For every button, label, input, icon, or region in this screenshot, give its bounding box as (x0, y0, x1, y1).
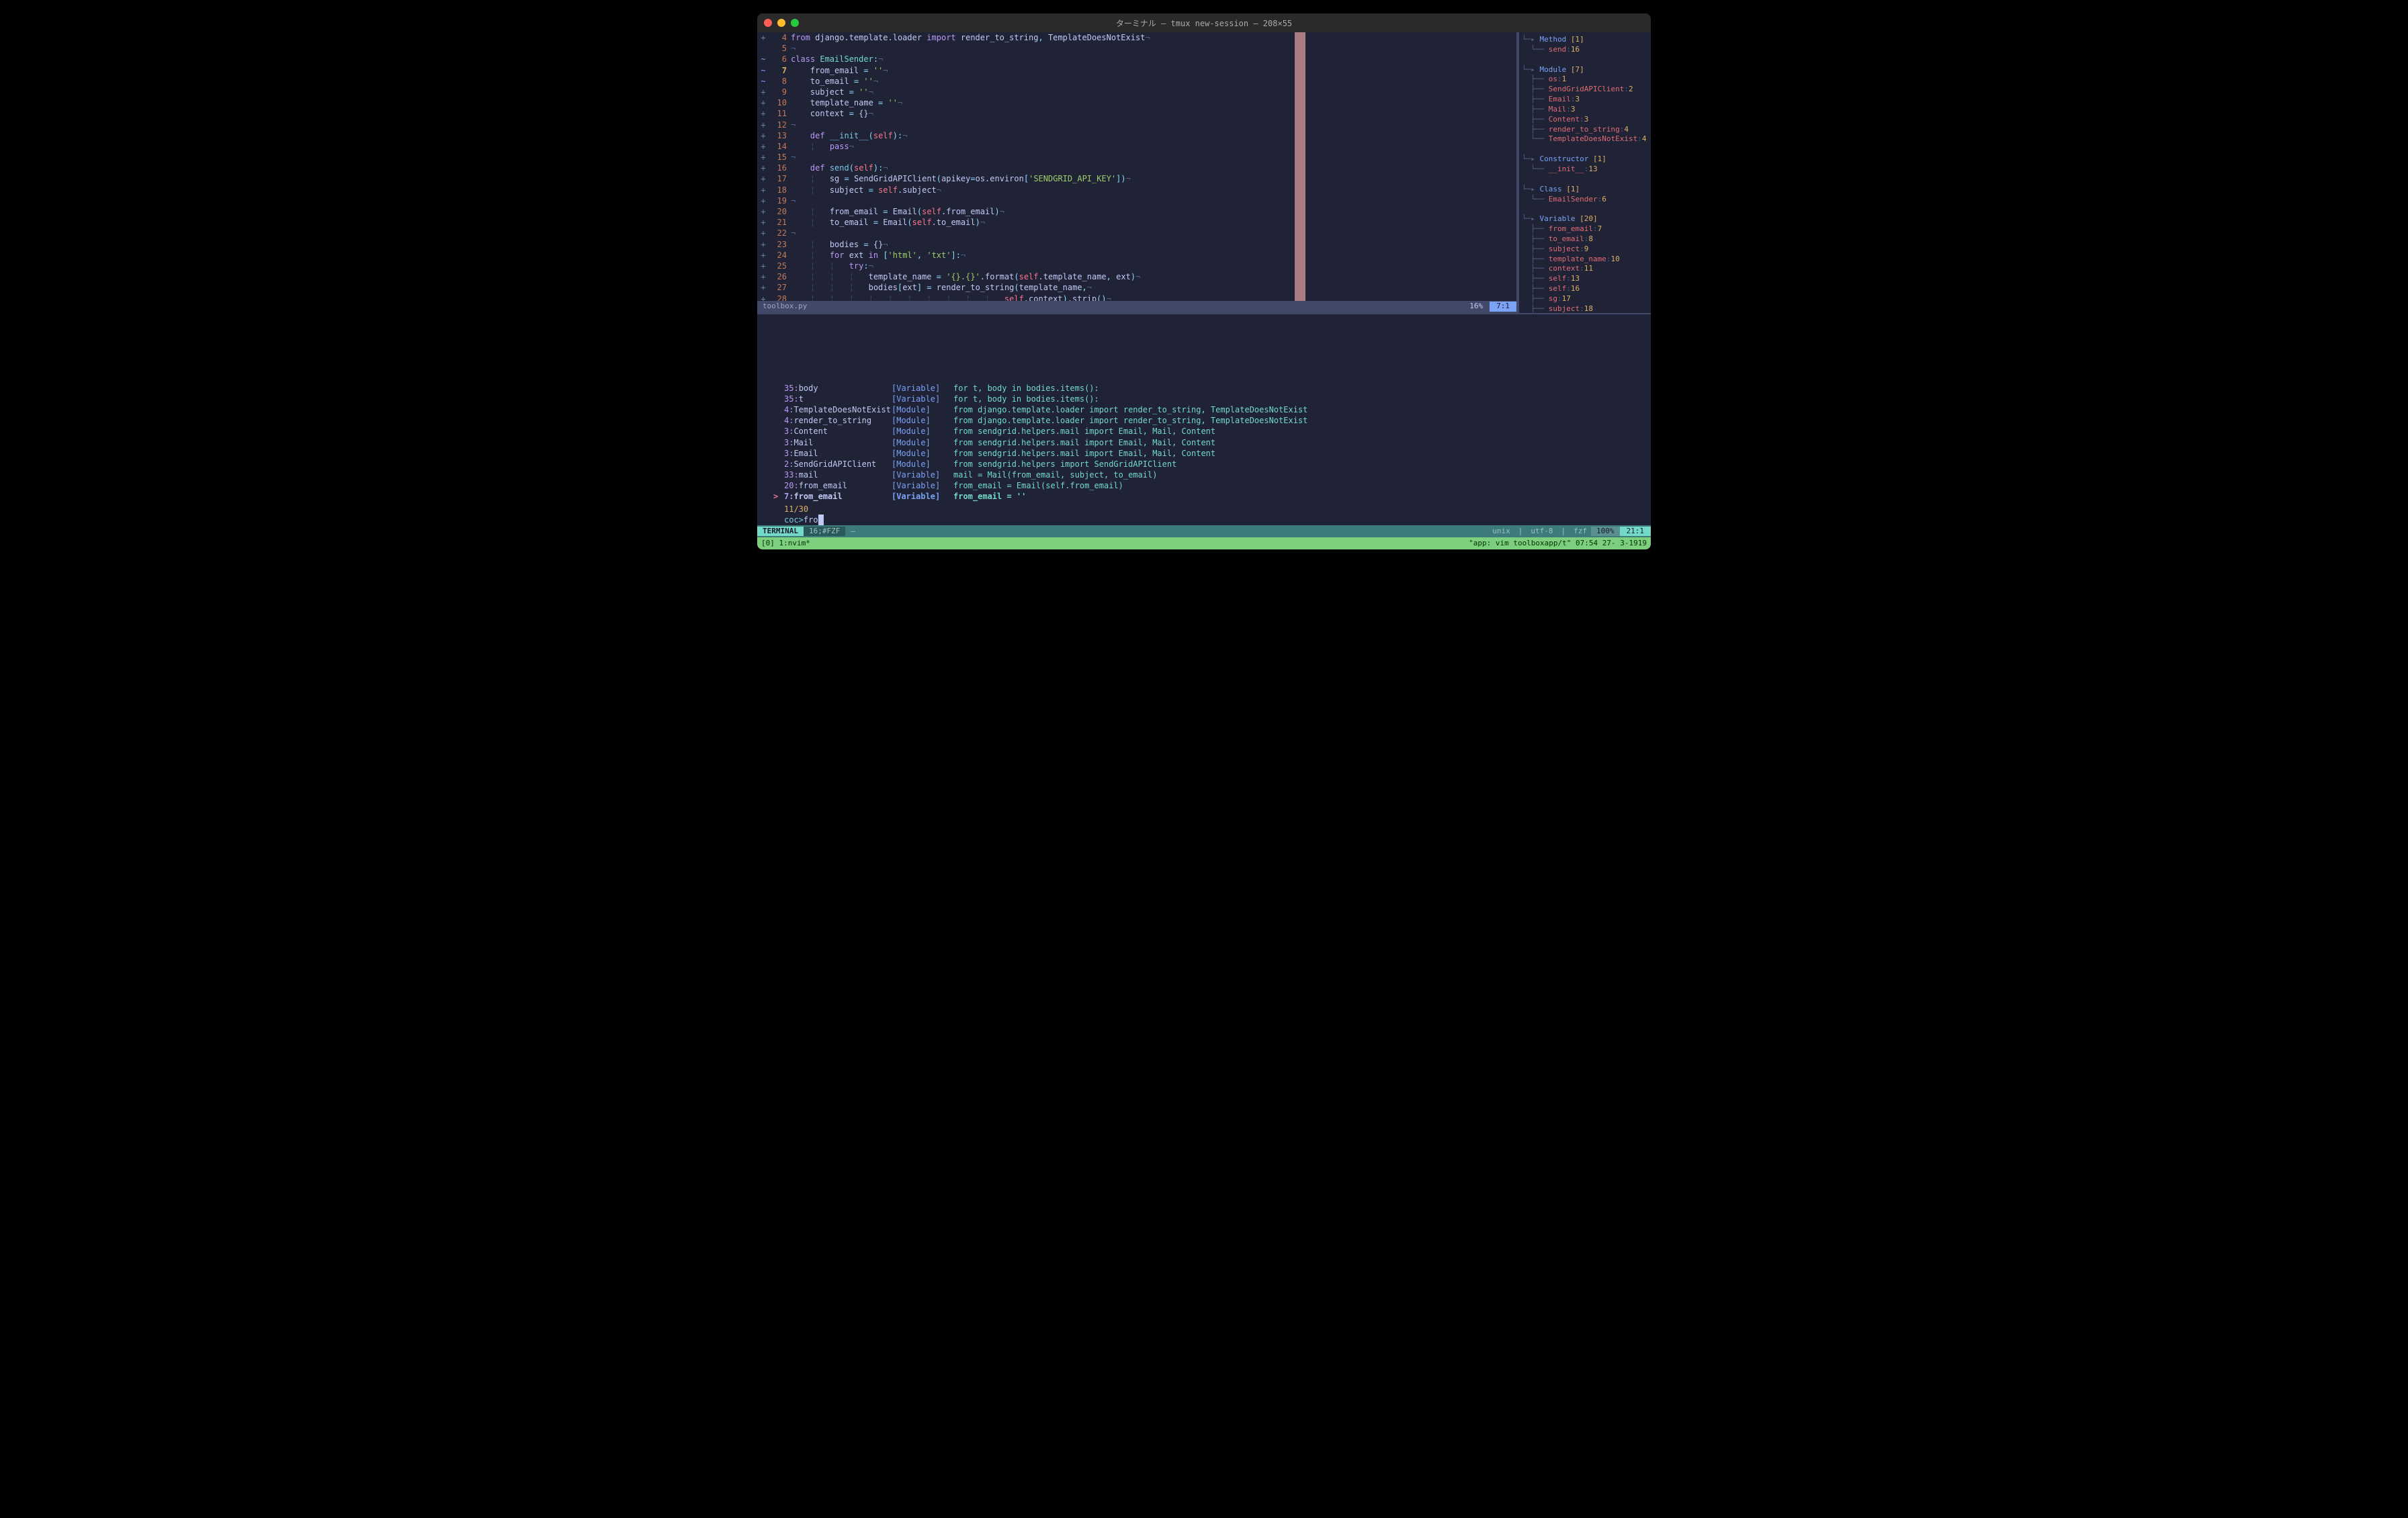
traffic-lights (764, 19, 799, 27)
fzf-result[interactable]: 3:Content[Module] from sendgrid.helpers.… (784, 426, 1644, 437)
code-line[interactable]: +22¬ (757, 228, 1516, 238)
vista-item[interactable]: ├── Content:3 (1519, 115, 1651, 125)
vista-item[interactable]: ├── subject:18 (1519, 304, 1651, 313)
vista-item[interactable] (1519, 55, 1651, 65)
code-line[interactable]: +14 ¦ pass¬ (757, 141, 1516, 152)
fzf-result[interactable]: 20:from_email[Variable] from_email = Ema… (784, 480, 1644, 491)
tmux-right: "app: vim toolboxapp/t" 07:54 27- 3-1919 (1469, 539, 1647, 549)
fzf-prompt-label: coc> (784, 515, 804, 525)
code-line[interactable]: +28 ¦ ¦ ¦ ¦ ¦ ¦ ¦ ¦ ¦ ¦ self.context).st… (757, 294, 1516, 301)
code-line[interactable]: +19¬ (757, 195, 1516, 206)
color-column (1295, 32, 1305, 301)
vista-item[interactable]: ├── Mail:3 (1519, 105, 1651, 115)
code-line[interactable]: +27 ¦ ¦ ¦ bodies[ext] = render_to_string… (757, 282, 1516, 293)
fzf-result[interactable]: 4:render_to_string[Module] from django.t… (784, 415, 1644, 426)
vista-item[interactable]: ├── self:13 (1519, 274, 1651, 284)
vista-item[interactable]: ├── template_name:10 (1519, 255, 1651, 265)
cursor-icon (818, 515, 824, 525)
fzf-count: 11/30 (757, 504, 1651, 515)
window-title: ターミナル — tmux new-session — 208×55 (1116, 17, 1292, 29)
code-line[interactable]: ~8 to_email = ''¬ (757, 76, 1516, 87)
code-line[interactable]: 5¬ (757, 43, 1516, 54)
vista-item[interactable] (1519, 175, 1651, 185)
status-file: 16;#FZF (804, 527, 845, 537)
code-line[interactable]: +10 template_name = ''¬ (757, 97, 1516, 108)
code-line[interactable]: +13 def __init__(self):¬ (757, 130, 1516, 141)
scroll-percent: 16% (1463, 302, 1490, 312)
editor-pane[interactable]: +4from django.template.loader import ren… (757, 32, 1516, 313)
vista-item[interactable] (1519, 144, 1651, 154)
code-line[interactable]: +11 context = {}¬ (757, 108, 1516, 119)
code-line[interactable]: ~7 from_email = ''¬ (757, 65, 1516, 76)
code-line[interactable]: ~6class EmailSender:¬ (757, 54, 1516, 64)
code-line[interactable]: +21 ¦ to_email = Email(self.to_email)¬ (757, 217, 1516, 228)
vista-item[interactable]: ├── subject:9 (1519, 244, 1651, 255)
vista-item[interactable]: └─▸ Module [7] (1519, 65, 1651, 75)
vista-item[interactable]: ├── os:1 (1519, 75, 1651, 85)
vista-item[interactable]: └── __init__:13 (1519, 165, 1651, 175)
vista-item[interactable]: └── TemplateDoesNotExist:4 (1519, 134, 1651, 144)
terminal[interactable]: +4from django.template.loader import ren… (757, 32, 1651, 549)
titlebar[interactable]: ターミナル — tmux new-session — 208×55 (757, 13, 1651, 32)
vista-item[interactable]: └─▸ Constructor [1] (1519, 154, 1651, 165)
bottom-statusline: TERMINAL 16;#FZF — unix | utf-8 | fzf 10… (757, 525, 1651, 537)
cursor-pos: 7:1 (1490, 302, 1516, 312)
editor-statusline: toolbox.py 16% 7:1 (757, 301, 1516, 313)
vista-item[interactable]: └── EmailSender:6 (1519, 195, 1651, 205)
code-line[interactable]: +15¬ (757, 152, 1516, 163)
buffer-name: toolbox.py (757, 302, 1463, 312)
code-line[interactable]: +12¬ (757, 120, 1516, 130)
zoom-icon[interactable] (791, 19, 799, 27)
vista-item[interactable]: ├── render_to_string:4 (1519, 125, 1651, 135)
vista-item[interactable]: └─▸ Class [1] (1519, 185, 1651, 195)
code-line[interactable]: +9 subject = ''¬ (757, 87, 1516, 97)
fzf-result[interactable]: 33:mail[Variable] mail = Mail(from_email… (784, 470, 1644, 480)
vista-pane[interactable]: └─▸ Method [1] └── send:16 └─▸ Module [7… (1516, 32, 1651, 313)
vista-item[interactable]: ├── SendGridAPIClient:2 (1519, 85, 1651, 95)
code-line[interactable]: +18 ¦ subject = self.subject¬ (757, 185, 1516, 195)
vista-item[interactable]: ├── from_email:7 (1519, 224, 1651, 234)
vista-item[interactable]: └─▸ Variable [20] (1519, 214, 1651, 224)
vista-item[interactable]: ├── Email:3 (1519, 95, 1651, 105)
vista-item[interactable] (1519, 204, 1651, 214)
fzf-input[interactable]: fro (804, 515, 818, 525)
fzf-result[interactable]: 35:body[Variable] for t, body in bodies.… (784, 383, 1644, 394)
fzf-prompt[interactable]: coc> fro (757, 515, 1651, 525)
fzf-result[interactable]: 3:Mail[Module] from sendgrid.helpers.mai… (784, 437, 1644, 448)
mode-indicator: TERMINAL (757, 527, 804, 537)
vista-item[interactable]: ├── to_email:8 (1519, 234, 1651, 244)
fzf-result[interactable]: 3:Email[Module] from sendgrid.helpers.ma… (784, 448, 1644, 459)
fzf-result[interactable]: 35:t[Variable] for t, body in bodies.ite… (784, 394, 1644, 404)
code-line[interactable]: +20 ¦ from_email = Email(self.from_email… (757, 206, 1516, 217)
fzf-result[interactable]: 2:SendGridAPIClient[Module] from sendgri… (784, 459, 1644, 470)
close-icon[interactable] (764, 19, 772, 27)
vista-item[interactable]: └── send:16 (1519, 45, 1651, 55)
minimize-icon[interactable] (777, 19, 785, 27)
terminal-window: ターミナル — tmux new-session — 208×55 +4from… (757, 13, 1651, 549)
vista-item[interactable]: ├── sg:17 (1519, 294, 1651, 304)
code-line[interactable]: +17 ¦ sg = SendGridAPIClient(apikey=os.e… (757, 173, 1516, 184)
tmux-left[interactable]: [0] 1:nvim* (761, 539, 810, 549)
code-line[interactable]: +24 ¦ for ext in ['html', 'txt']:¬ (757, 250, 1516, 261)
fzf-result[interactable]: 4:TemplateDoesNotExist[Module] from djan… (784, 404, 1644, 415)
code-line[interactable]: +26 ¦ ¦ ¦ template_name = '{}.{}'.format… (757, 271, 1516, 282)
tmux-statusline[interactable]: [0] 1:nvim* "app: vim toolboxapp/t" 07:5… (757, 537, 1651, 549)
fzf-result[interactable]: > 7:from_email[Variable] from_email = '' (784, 491, 1644, 502)
code-line[interactable]: +23 ¦ bodies = {}¬ (757, 239, 1516, 250)
code-line[interactable]: +16 def send(self):¬ (757, 163, 1516, 173)
fzf-pane[interactable]: 35:body[Variable] for t, body in bodies.… (757, 313, 1651, 537)
vista-item[interactable]: ├── self:16 (1519, 284, 1651, 294)
code-line[interactable]: +4from django.template.loader import ren… (757, 32, 1516, 43)
vista-item[interactable]: └─▸ Method [1] (1519, 35, 1651, 45)
code-line[interactable]: +25 ¦ ¦ try:¬ (757, 261, 1516, 271)
vista-item[interactable]: ├── context:11 (1519, 264, 1651, 274)
